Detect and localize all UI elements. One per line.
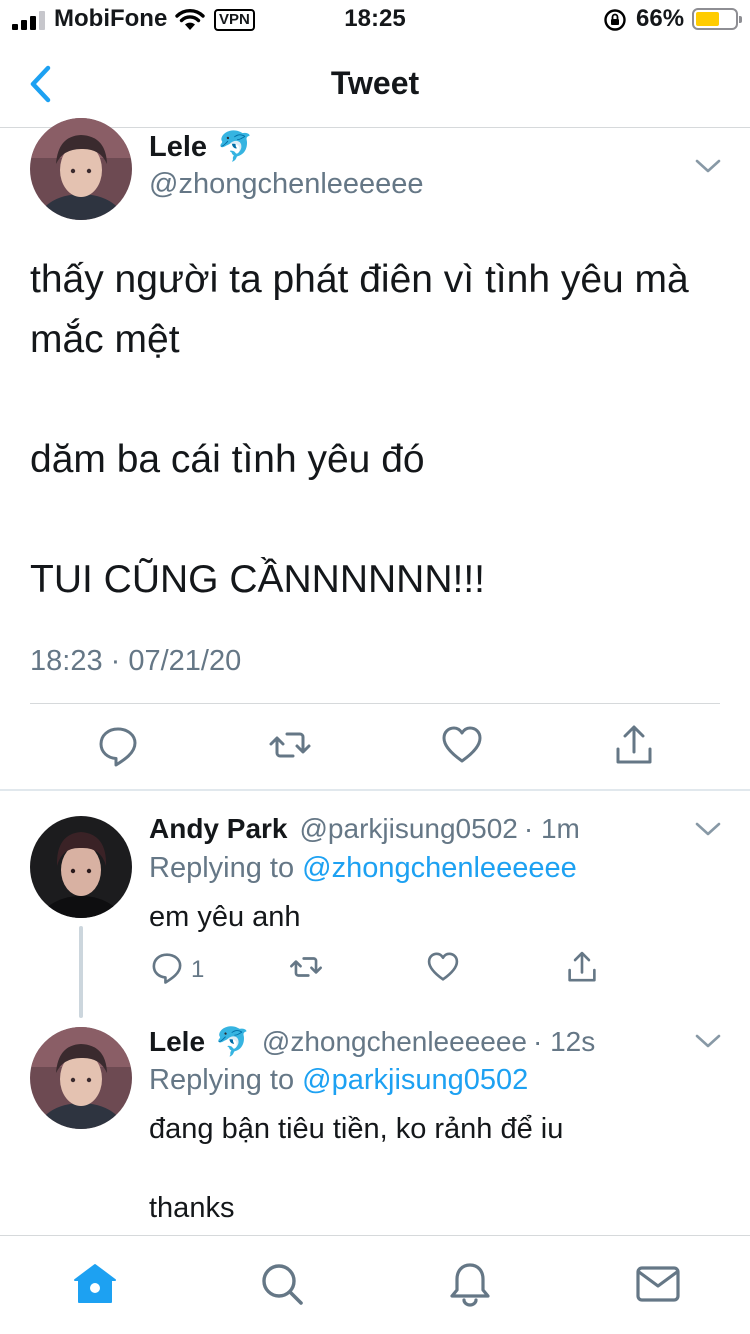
reply-author-handle: @parkjisung0502 xyxy=(299,813,518,844)
battery-percent: 66% xyxy=(636,5,685,32)
chevron-down-icon[interactable] xyxy=(694,1032,722,1050)
replying-to: Replying to @zhongchenleeeeee xyxy=(149,852,577,885)
section-divider xyxy=(0,789,750,791)
search-icon[interactable] xyxy=(258,1260,306,1308)
page-title: Tweet xyxy=(330,65,420,101)
reply-icon[interactable] xyxy=(96,723,140,767)
navigation-bar: Tweet xyxy=(0,40,750,128)
chevron-down-icon[interactable] xyxy=(694,157,722,175)
tweet-timestamp: 18:23 · 07/21/20 xyxy=(30,645,242,677)
battery-icon xyxy=(692,8,742,30)
author-avatar[interactable] xyxy=(30,118,132,220)
reply-actions xyxy=(0,950,750,986)
tweet-line: TUI CŨNG CẦNNNNNN!!! xyxy=(30,558,485,601)
like-icon[interactable] xyxy=(426,950,460,984)
reply-header: Lele 🐬 @zhongchenleeeeee · 12s xyxy=(149,1025,595,1058)
dolphin-emoji: 🐬 xyxy=(217,131,254,163)
divider xyxy=(30,703,720,704)
replying-to: Replying to @parkjisung0502 xyxy=(149,1064,528,1097)
reply-age: · 1m xyxy=(523,813,580,844)
messages-icon[interactable] xyxy=(634,1260,682,1308)
rotation-lock-icon xyxy=(604,9,626,31)
reply-author-name: Lele xyxy=(149,1025,206,1057)
reply-text-line: thanks xyxy=(149,1192,235,1224)
home-icon[interactable] xyxy=(71,1260,119,1308)
dolphin-emoji: 🐬 xyxy=(215,1026,250,1057)
share-icon[interactable] xyxy=(612,723,656,767)
reply-author-handle: @zhongchenleeeeee xyxy=(261,1025,527,1057)
replying-to-prefix: Replying to xyxy=(149,1064,295,1096)
mention-link[interactable]: @parkjisung0502 xyxy=(302,1064,528,1096)
author-handle: @zhongchenleeeeee xyxy=(149,168,424,200)
reply-avatar[interactable] xyxy=(30,816,132,918)
retweet-icon[interactable] xyxy=(268,723,312,767)
tweet-line: dăm ba cái tình yêu đó xyxy=(30,438,425,481)
reply-text: em yêu anh xyxy=(149,901,301,933)
reply-avatar[interactable] xyxy=(30,1027,132,1129)
author-name: Lele xyxy=(149,130,208,163)
retweet-icon[interactable] xyxy=(289,950,323,984)
chevron-down-icon[interactable] xyxy=(694,820,722,838)
notifications-icon[interactable] xyxy=(446,1260,494,1308)
author-name-row: Lele 🐬 xyxy=(149,130,253,164)
like-icon[interactable] xyxy=(440,723,484,767)
reply-icon[interactable] xyxy=(150,950,184,984)
mention-link[interactable]: @zhongchenleeeeee xyxy=(302,852,577,884)
status-bar: MobiFone VPN 18:25 66% xyxy=(0,0,750,40)
reply-age: · 12s xyxy=(533,1025,596,1057)
reply-count: 1 xyxy=(191,956,205,983)
reply-header: Andy Park @parkjisung0502 · 1m xyxy=(149,813,580,845)
reply-author-name: Andy Park xyxy=(149,813,288,844)
tweet-text: thấy người ta phát điên vì tình yêu mà m… xyxy=(30,250,720,610)
tab-bar xyxy=(0,1235,750,1334)
share-icon[interactable] xyxy=(565,950,599,984)
tweet-actions xyxy=(0,723,750,771)
replying-to-prefix: Replying to xyxy=(149,852,295,884)
reply-text-line: đang bận tiêu tiền, ko rảnh để iu xyxy=(149,1113,564,1145)
tweet-line: thấy người ta phát điên vì tình yêu mà m… xyxy=(30,258,689,361)
